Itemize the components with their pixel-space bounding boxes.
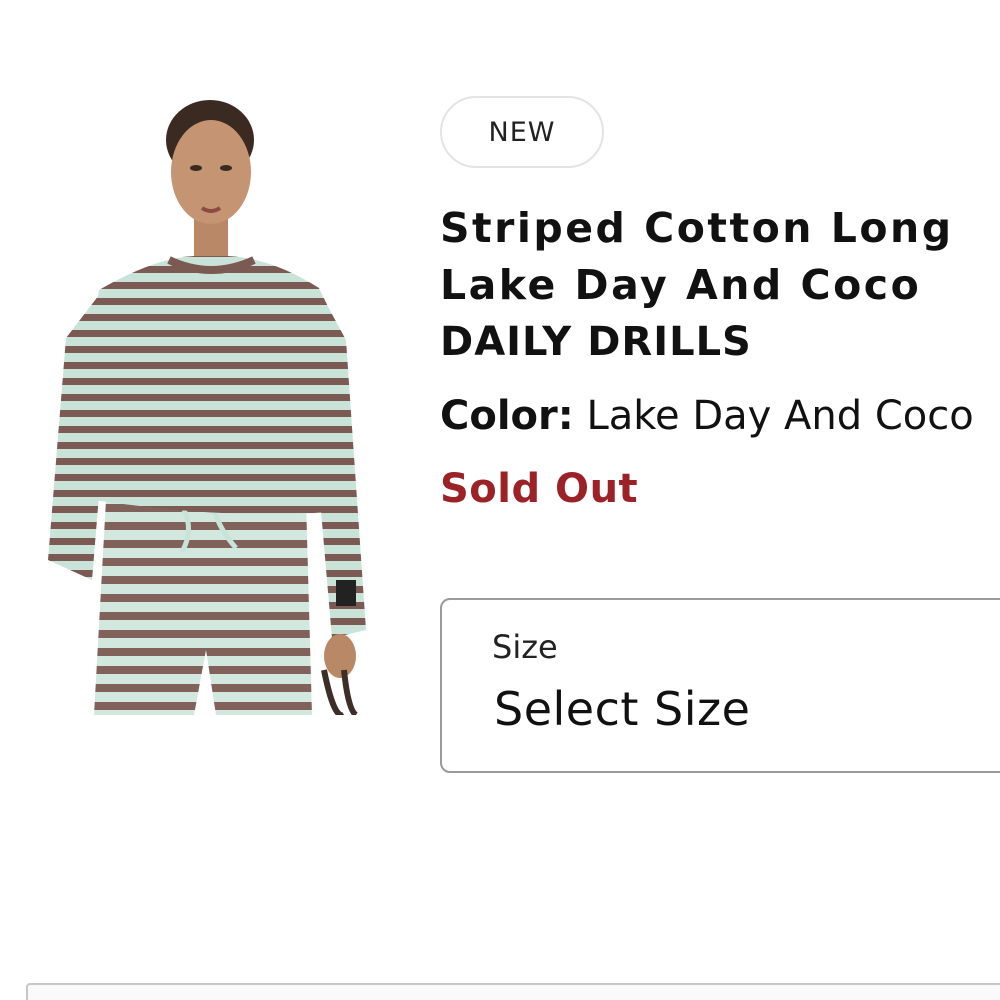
bottom-bar [26, 983, 1000, 1000]
product-title: Striped Cotton Long Lake Day And Coco [440, 200, 1000, 314]
color-label: Color: [440, 393, 574, 439]
color-value: Lake Day And Coco [586, 393, 974, 439]
product-title-line-2: Lake Day And Coco [440, 261, 922, 309]
size-label: Size [492, 628, 558, 666]
size-value: Select Size [494, 682, 751, 736]
brand-name[interactable]: DAILY DRILLS [440, 316, 752, 368]
color-row: Color: Lake Day And Coco [440, 390, 974, 442]
product-title-line-1: Striped Cotton Long [440, 204, 954, 252]
stock-status: Sold Out [440, 466, 639, 512]
product-image[interactable] [44, 90, 414, 715]
size-selector[interactable]: Size Select Size [440, 598, 1000, 773]
new-badge: NEW [440, 96, 604, 168]
product-page: NEW Striped Cotton Long Lake Day And Coc… [0, 0, 1000, 1000]
